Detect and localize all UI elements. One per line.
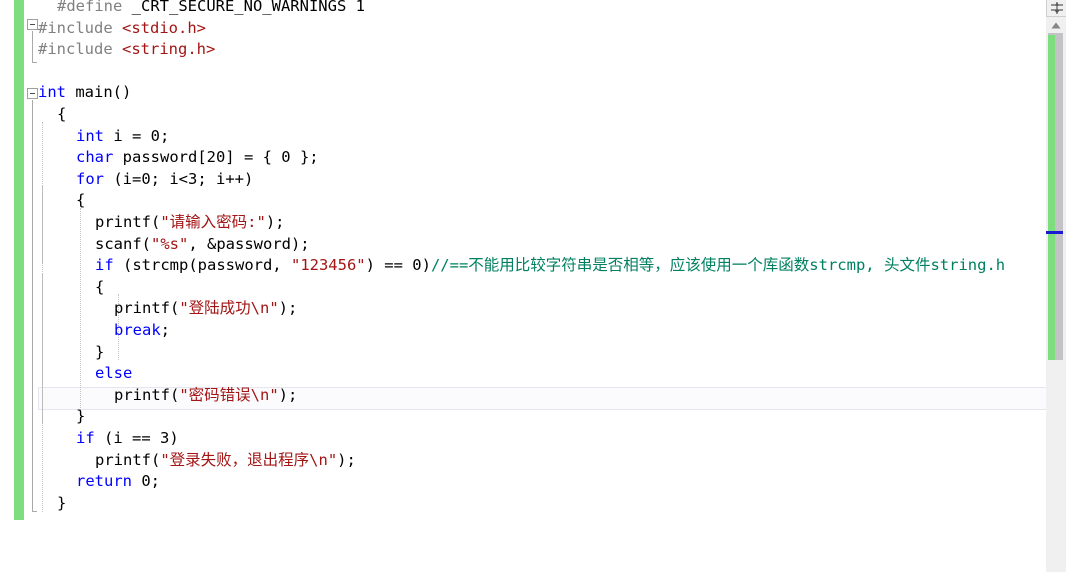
code-line[interactable]: int i = 0; bbox=[76, 126, 169, 148]
code-line[interactable]: printf("登陆成功\n"); bbox=[114, 298, 297, 320]
scroll-up-arrow-icon bbox=[1051, 22, 1061, 29]
indent-guide-1 bbox=[42, 122, 43, 512]
code-line[interactable]: { bbox=[95, 277, 104, 299]
code-line[interactable]: { bbox=[76, 190, 85, 212]
code-token-plain: ); bbox=[337, 450, 356, 469]
code-token-kw: if bbox=[95, 256, 114, 275]
code-token-str: "密码错误\n" bbox=[179, 385, 279, 404]
code-token-plain: } bbox=[76, 407, 86, 426]
code-token-pp: #include bbox=[38, 18, 113, 37]
code-token-plain: (i=0; i<3; i++) bbox=[104, 169, 254, 188]
code-line[interactable]: char password[20] = { 0 }; bbox=[76, 147, 319, 169]
vertical-scrollbar[interactable] bbox=[1046, 0, 1066, 572]
code-line[interactable]: if (i == 3) bbox=[76, 428, 179, 450]
code-line[interactable]: #include <string.h> bbox=[38, 39, 215, 61]
code-token-plain: ); bbox=[278, 385, 298, 404]
code-token-hdr: <stdio.h> bbox=[122, 18, 206, 37]
code-token-plain: (strcmp(password, bbox=[113, 256, 291, 275]
code-token-plain: printf( bbox=[95, 213, 161, 231]
code-token-kw: if bbox=[76, 429, 95, 447]
code-token-kw: int bbox=[76, 126, 104, 145]
fold-bracket-main bbox=[32, 100, 33, 512]
code-token-plain: i = 0; bbox=[104, 126, 170, 145]
code-token-plain: ); bbox=[278, 299, 298, 318]
editor-gutter bbox=[0, 0, 38, 572]
code-token-kw: return bbox=[76, 472, 132, 491]
code-token-str: "请输入密码:" bbox=[160, 213, 266, 231]
code-token-pp: #define bbox=[57, 0, 123, 15]
code-token-plain: scanf( bbox=[95, 234, 151, 253]
code-line[interactable]: int main() bbox=[38, 82, 131, 104]
code-token-plain: ); bbox=[265, 213, 285, 231]
code-token-kw: char bbox=[76, 148, 114, 167]
vertical-scroll-track[interactable] bbox=[1046, 33, 1066, 572]
code-line[interactable]: if (strcmp(password, "123456") == 0)//==… bbox=[95, 255, 1005, 277]
fold-bracket-include-foot bbox=[32, 62, 37, 63]
code-token-plain: printf( bbox=[95, 450, 161, 469]
code-token-kw: int bbox=[38, 83, 66, 102]
code-token-plain: _CRT_SECURE_NO_WARNINGS 1 bbox=[122, 0, 365, 15]
caret-position-marker bbox=[1046, 231, 1063, 234]
indent-guide-2 bbox=[80, 208, 81, 418]
code-line[interactable]: #include <stdio.h> bbox=[38, 18, 206, 40]
code-line[interactable]: for (i=0; i<3; i++) bbox=[76, 169, 253, 191]
split-window-icon bbox=[1050, 2, 1063, 14]
code-line[interactable]: scanf("%s", &password); bbox=[95, 234, 310, 256]
code-token-plain: , &password); bbox=[188, 234, 310, 253]
fold-bracket-include bbox=[32, 31, 33, 63]
code-token-plain: { bbox=[95, 277, 105, 296]
fold-toggle-main[interactable] bbox=[27, 88, 38, 99]
unsaved-changes-marker bbox=[1048, 35, 1055, 360]
code-token-plain: } bbox=[95, 342, 105, 361]
code-line[interactable]: printf("请输入密码:"); bbox=[95, 212, 285, 234]
unsaved-changes-bar bbox=[14, 0, 24, 520]
code-token-kw: break bbox=[114, 321, 161, 339]
code-token-plain: } bbox=[57, 493, 67, 512]
code-line[interactable]: return 0; bbox=[76, 471, 160, 493]
code-line[interactable]: printf("密码错误\n"); bbox=[114, 385, 297, 407]
code-token-pp: #include bbox=[38, 40, 113, 59]
code-line[interactable]: } bbox=[76, 406, 85, 428]
code-line[interactable]: } bbox=[95, 342, 104, 364]
code-token-plain: printf( bbox=[114, 299, 180, 318]
code-editor[interactable]: #define _CRT_SECURE_NO_WARNINGS 1 #includ… bbox=[0, 0, 1066, 572]
code-line[interactable]: } bbox=[57, 493, 66, 515]
fold-toggle-include[interactable] bbox=[27, 19, 38, 30]
code-token-plain: main() bbox=[66, 83, 132, 102]
code-token-plain: 0; bbox=[132, 472, 160, 491]
split-window-handle[interactable] bbox=[1046, 0, 1066, 17]
code-token-plain: printf( bbox=[114, 385, 180, 404]
code-line[interactable]: printf("登录失败，退出程序\n"); bbox=[95, 450, 356, 472]
code-line[interactable]: { bbox=[57, 104, 66, 126]
code-token-plain: ) == 0) bbox=[365, 256, 431, 275]
outlining-fold-column[interactable] bbox=[24, 0, 38, 572]
code-token-plain: password[20] = { 0 }; bbox=[113, 148, 319, 167]
code-token-plain: { bbox=[76, 191, 86, 210]
code-token-plain: { bbox=[57, 105, 67, 123]
code-token-str: "123456" bbox=[290, 256, 366, 275]
code-token-kw: else bbox=[95, 364, 133, 383]
code-line[interactable]: break; bbox=[114, 320, 170, 342]
code-token-cmt: //==不能用比较字符串是否相等，应该使用一个库函数strcmp, 头文件str… bbox=[430, 256, 1006, 275]
fold-bracket-main-foot bbox=[32, 511, 37, 512]
code-token-plain: (i == 3) bbox=[94, 429, 179, 447]
code-token-kw: for bbox=[76, 169, 104, 188]
code-line[interactable]: #define _CRT_SECURE_NO_WARNINGS 1 bbox=[57, 0, 365, 18]
code-token-str: "登录失败，退出程序\n" bbox=[160, 450, 338, 469]
code-token-str: "登陆成功\n" bbox=[179, 299, 279, 318]
code-token-str: "%s" bbox=[151, 234, 189, 253]
code-token-plain: ; bbox=[160, 321, 171, 339]
code-surface[interactable]: #define _CRT_SECURE_NO_WARNINGS 1 #includ… bbox=[38, 0, 1046, 572]
scroll-up-button[interactable] bbox=[1046, 17, 1066, 33]
code-token-hdr: <string.h> bbox=[122, 40, 216, 59]
code-line[interactable]: else bbox=[95, 363, 132, 385]
